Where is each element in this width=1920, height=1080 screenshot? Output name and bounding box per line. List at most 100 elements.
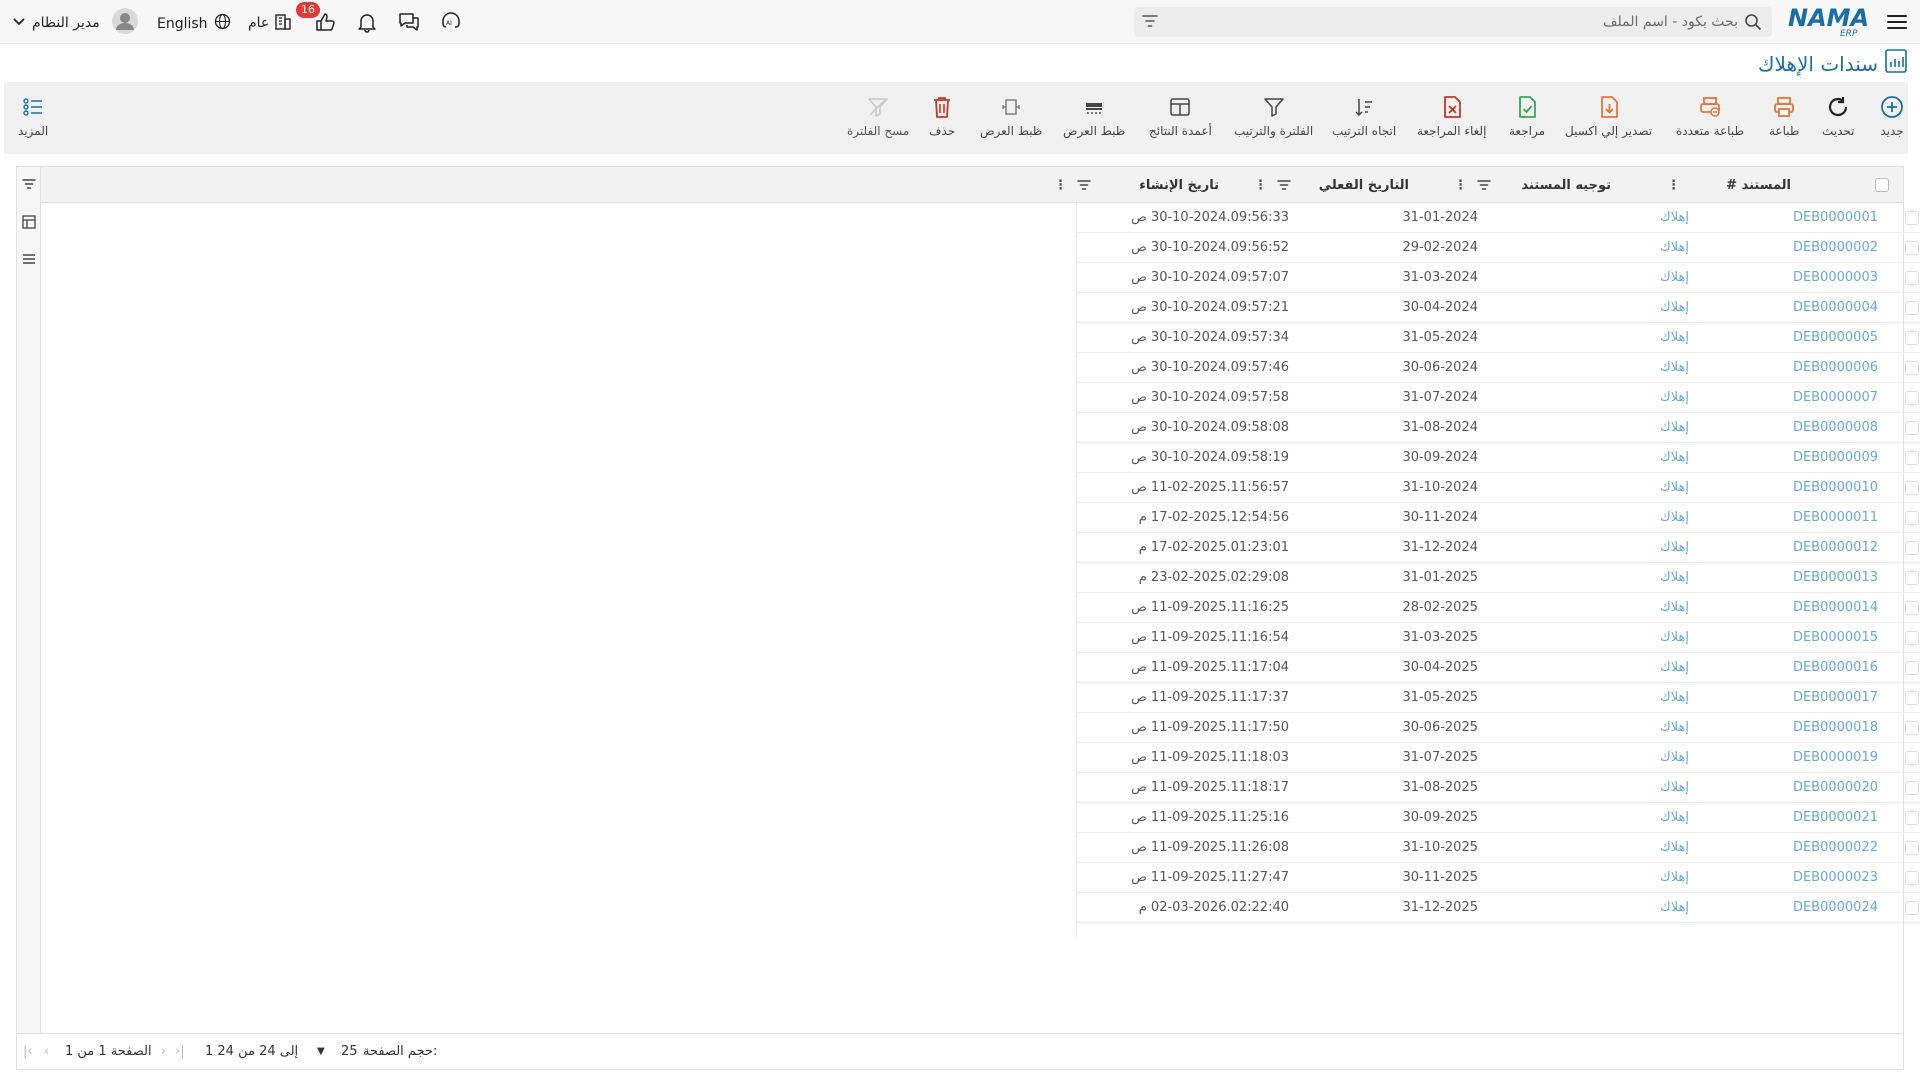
document-direction-link[interactable]: إهلاك bbox=[1660, 540, 1689, 555]
document-number-link[interactable]: DEB0000021 bbox=[1793, 810, 1878, 825]
multi-print-button[interactable]: طباعة متعددة bbox=[1676, 94, 1744, 138]
row-checkbox[interactable] bbox=[1905, 871, 1919, 885]
print-button[interactable]: طباعة bbox=[1769, 94, 1799, 138]
export-excel-button[interactable]: تصدير إلي اكسيل bbox=[1565, 94, 1652, 138]
document-direction-link[interactable]: إهلاك bbox=[1660, 450, 1689, 465]
document-number-link[interactable]: DEB0000018 bbox=[1793, 720, 1878, 735]
document-direction-link[interactable]: إهلاك bbox=[1660, 810, 1689, 825]
document-direction-link[interactable]: إهلاك bbox=[1660, 510, 1689, 525]
document-direction-link[interactable]: إهلاك bbox=[1660, 360, 1689, 375]
row-checkbox[interactable] bbox=[1905, 481, 1919, 495]
table-row[interactable]: DEB0000008 إهلاك 31-08-2024 30-10-2024.09:5… bbox=[1076, 413, 1920, 443]
column-filter-icon[interactable] bbox=[1477, 167, 1491, 203]
column-filter-icon[interactable] bbox=[1277, 167, 1291, 203]
column-menu-icon[interactable]: ⋮ bbox=[1254, 167, 1267, 203]
header-direction[interactable]: توجيه المستند bbox=[1521, 167, 1611, 203]
table-row[interactable]: DEB0000004 إهلاك 30-04-2024 30-10-2024.09:5… bbox=[1076, 293, 1920, 323]
prev-page-icon[interactable]: ‹ bbox=[44, 1044, 49, 1059]
hamburger-menu-icon[interactable] bbox=[1886, 10, 1910, 34]
document-number-link[interactable]: DEB0000005 bbox=[1793, 330, 1878, 345]
document-direction-link[interactable]: إهلاك bbox=[1660, 660, 1689, 675]
document-direction-link[interactable]: إهلاك bbox=[1660, 600, 1689, 615]
table-row[interactable]: DEB0000012 إهلاك 31-12-2024 17-02-2025.01:2… bbox=[1076, 533, 1920, 563]
document-number-link[interactable]: DEB0000004 bbox=[1793, 300, 1878, 315]
table-row[interactable]: DEB0000021 إهلاك 30-09-2025 11-09-2025.11:2… bbox=[1076, 803, 1920, 833]
table-row[interactable]: DEB0000009 إهلاك 30-09-2024 30-10-2024.09:5… bbox=[1076, 443, 1920, 473]
row-checkbox[interactable] bbox=[1905, 451, 1919, 465]
row-checkbox[interactable] bbox=[1905, 661, 1919, 675]
document-direction-link[interactable]: إهلاك bbox=[1660, 780, 1689, 795]
cancel-review-button[interactable]: إلغاء المراجعة bbox=[1417, 94, 1486, 138]
document-direction-link[interactable]: إهلاك bbox=[1660, 480, 1689, 495]
document-number-link[interactable]: DEB0000024 bbox=[1793, 900, 1878, 915]
document-direction-link[interactable]: إهلاك bbox=[1660, 750, 1689, 765]
document-direction-link[interactable]: إهلاك bbox=[1660, 390, 1689, 405]
row-checkbox[interactable] bbox=[1905, 811, 1919, 825]
document-number-link[interactable]: DEB0000015 bbox=[1793, 630, 1878, 645]
document-number-link[interactable]: DEB0000023 bbox=[1793, 870, 1878, 885]
document-number-link[interactable]: DEB0000002 bbox=[1793, 240, 1878, 255]
view-settings-button-2[interactable]: ظبط العرض bbox=[980, 94, 1042, 138]
row-checkbox[interactable] bbox=[1905, 631, 1919, 645]
table-row[interactable]: DEB0000017 إهلاك 31-05-2025 11-09-2025.11:1… bbox=[1076, 683, 1920, 713]
table-row[interactable]: DEB0000003 إهلاك 31-03-2024 30-10-2024.09:5… bbox=[1076, 263, 1920, 293]
user-menu[interactable]: مدير النظام bbox=[12, 8, 138, 38]
document-direction-link[interactable]: إهلاك bbox=[1660, 570, 1689, 585]
review-button[interactable]: مراجعة bbox=[1509, 94, 1545, 138]
document-number-link[interactable]: DEB0000012 bbox=[1793, 540, 1878, 555]
filter-sort-button[interactable]: الفلترة والترتيب bbox=[1234, 94, 1313, 138]
table-row[interactable]: DEB0000019 إهلاك 31-07-2025 11-09-2025.11:1… bbox=[1076, 743, 1920, 773]
document-direction-link[interactable]: إهلاك bbox=[1660, 840, 1689, 855]
row-checkbox[interactable] bbox=[1905, 361, 1919, 375]
side-table-icon[interactable] bbox=[22, 215, 36, 233]
row-checkbox[interactable] bbox=[1905, 781, 1919, 795]
header-actual-date[interactable]: التاريخ الفعلي bbox=[1319, 167, 1409, 203]
row-checkbox[interactable] bbox=[1905, 271, 1919, 285]
row-checkbox[interactable] bbox=[1905, 751, 1919, 765]
document-direction-link[interactable]: إهلاك bbox=[1660, 630, 1689, 645]
sort-direction-button[interactable]: اتجاه الترتيب bbox=[1332, 94, 1396, 138]
document-number-link[interactable]: DEB0000009 bbox=[1793, 450, 1878, 465]
document-direction-link[interactable]: إهلاك bbox=[1660, 270, 1689, 285]
row-checkbox[interactable] bbox=[1905, 391, 1919, 405]
more-button[interactable]: المزيد bbox=[18, 94, 48, 138]
side-filter-icon[interactable] bbox=[22, 178, 36, 194]
table-row[interactable]: DEB0000007 إهلاك 31-07-2024 30-10-2024.09:5… bbox=[1076, 383, 1920, 413]
search-filter-icon[interactable] bbox=[1142, 14, 1158, 32]
document-direction-link[interactable]: إهلاك bbox=[1660, 240, 1689, 255]
column-menu-icon[interactable]: ⋮ bbox=[1454, 167, 1467, 203]
row-checkbox[interactable] bbox=[1905, 541, 1919, 555]
document-number-link[interactable]: DEB0000016 bbox=[1793, 660, 1878, 675]
document-direction-link[interactable]: إهلاك bbox=[1660, 690, 1689, 705]
document-number-link[interactable]: DEB0000014 bbox=[1793, 600, 1878, 615]
search-input[interactable]: بحث بكود - اسم الملف bbox=[1603, 14, 1738, 30]
document-number-link[interactable]: DEB0000019 bbox=[1793, 750, 1878, 765]
document-direction-link[interactable]: إهلاك bbox=[1660, 210, 1689, 225]
language-switch[interactable]: English bbox=[157, 13, 231, 34]
row-checkbox[interactable] bbox=[1905, 421, 1919, 435]
document-number-link[interactable]: DEB0000001 bbox=[1793, 210, 1878, 225]
row-checkbox[interactable] bbox=[1905, 601, 1919, 615]
document-number-link[interactable]: DEB0000008 bbox=[1793, 420, 1878, 435]
view-settings-button-1[interactable]: ظبط العرض bbox=[1063, 94, 1125, 138]
document-number-link[interactable]: DEB0000010 bbox=[1793, 480, 1878, 495]
table-row[interactable]: DEB0000010 إهلاك 31-10-2024 11-02-2025.11:5… bbox=[1076, 473, 1920, 503]
document-direction-link[interactable]: إهلاك bbox=[1660, 870, 1689, 885]
table-row[interactable]: DEB0000022 إهلاك 31-10-2025 11-09-2025.11:2… bbox=[1076, 833, 1920, 863]
delete-button[interactable]: حذف bbox=[929, 94, 955, 138]
document-direction-link[interactable]: إهلاك bbox=[1660, 300, 1689, 315]
table-row[interactable]: DEB0000006 إهلاك 30-06-2024 30-10-2024.09:5… bbox=[1076, 353, 1920, 383]
table-row[interactable]: DEB0000014 إهلاك 28-02-2025 11-09-2025.11:1… bbox=[1076, 593, 1920, 623]
document-direction-link[interactable]: إهلاك bbox=[1660, 900, 1689, 915]
row-checkbox[interactable] bbox=[1905, 301, 1919, 315]
page-size-value[interactable]: 25 bbox=[341, 1044, 358, 1059]
document-direction-link[interactable]: إهلاك bbox=[1660, 420, 1689, 435]
document-direction-link[interactable]: إهلاك bbox=[1660, 720, 1689, 735]
refresh-button[interactable]: تحديث bbox=[1822, 94, 1855, 138]
page-size-dropdown-icon[interactable]: ▼ bbox=[317, 1046, 325, 1057]
document-number-link[interactable]: DEB0000017 bbox=[1793, 690, 1878, 705]
document-number-link[interactable]: DEB0000022 bbox=[1793, 840, 1878, 855]
table-row[interactable]: DEB0000005 إهلاك 31-05-2024 30-10-2024.09:5… bbox=[1076, 323, 1920, 353]
chat-icon[interactable] bbox=[396, 10, 422, 34]
result-columns-button[interactable]: أعمدة النتائج bbox=[1149, 94, 1212, 138]
